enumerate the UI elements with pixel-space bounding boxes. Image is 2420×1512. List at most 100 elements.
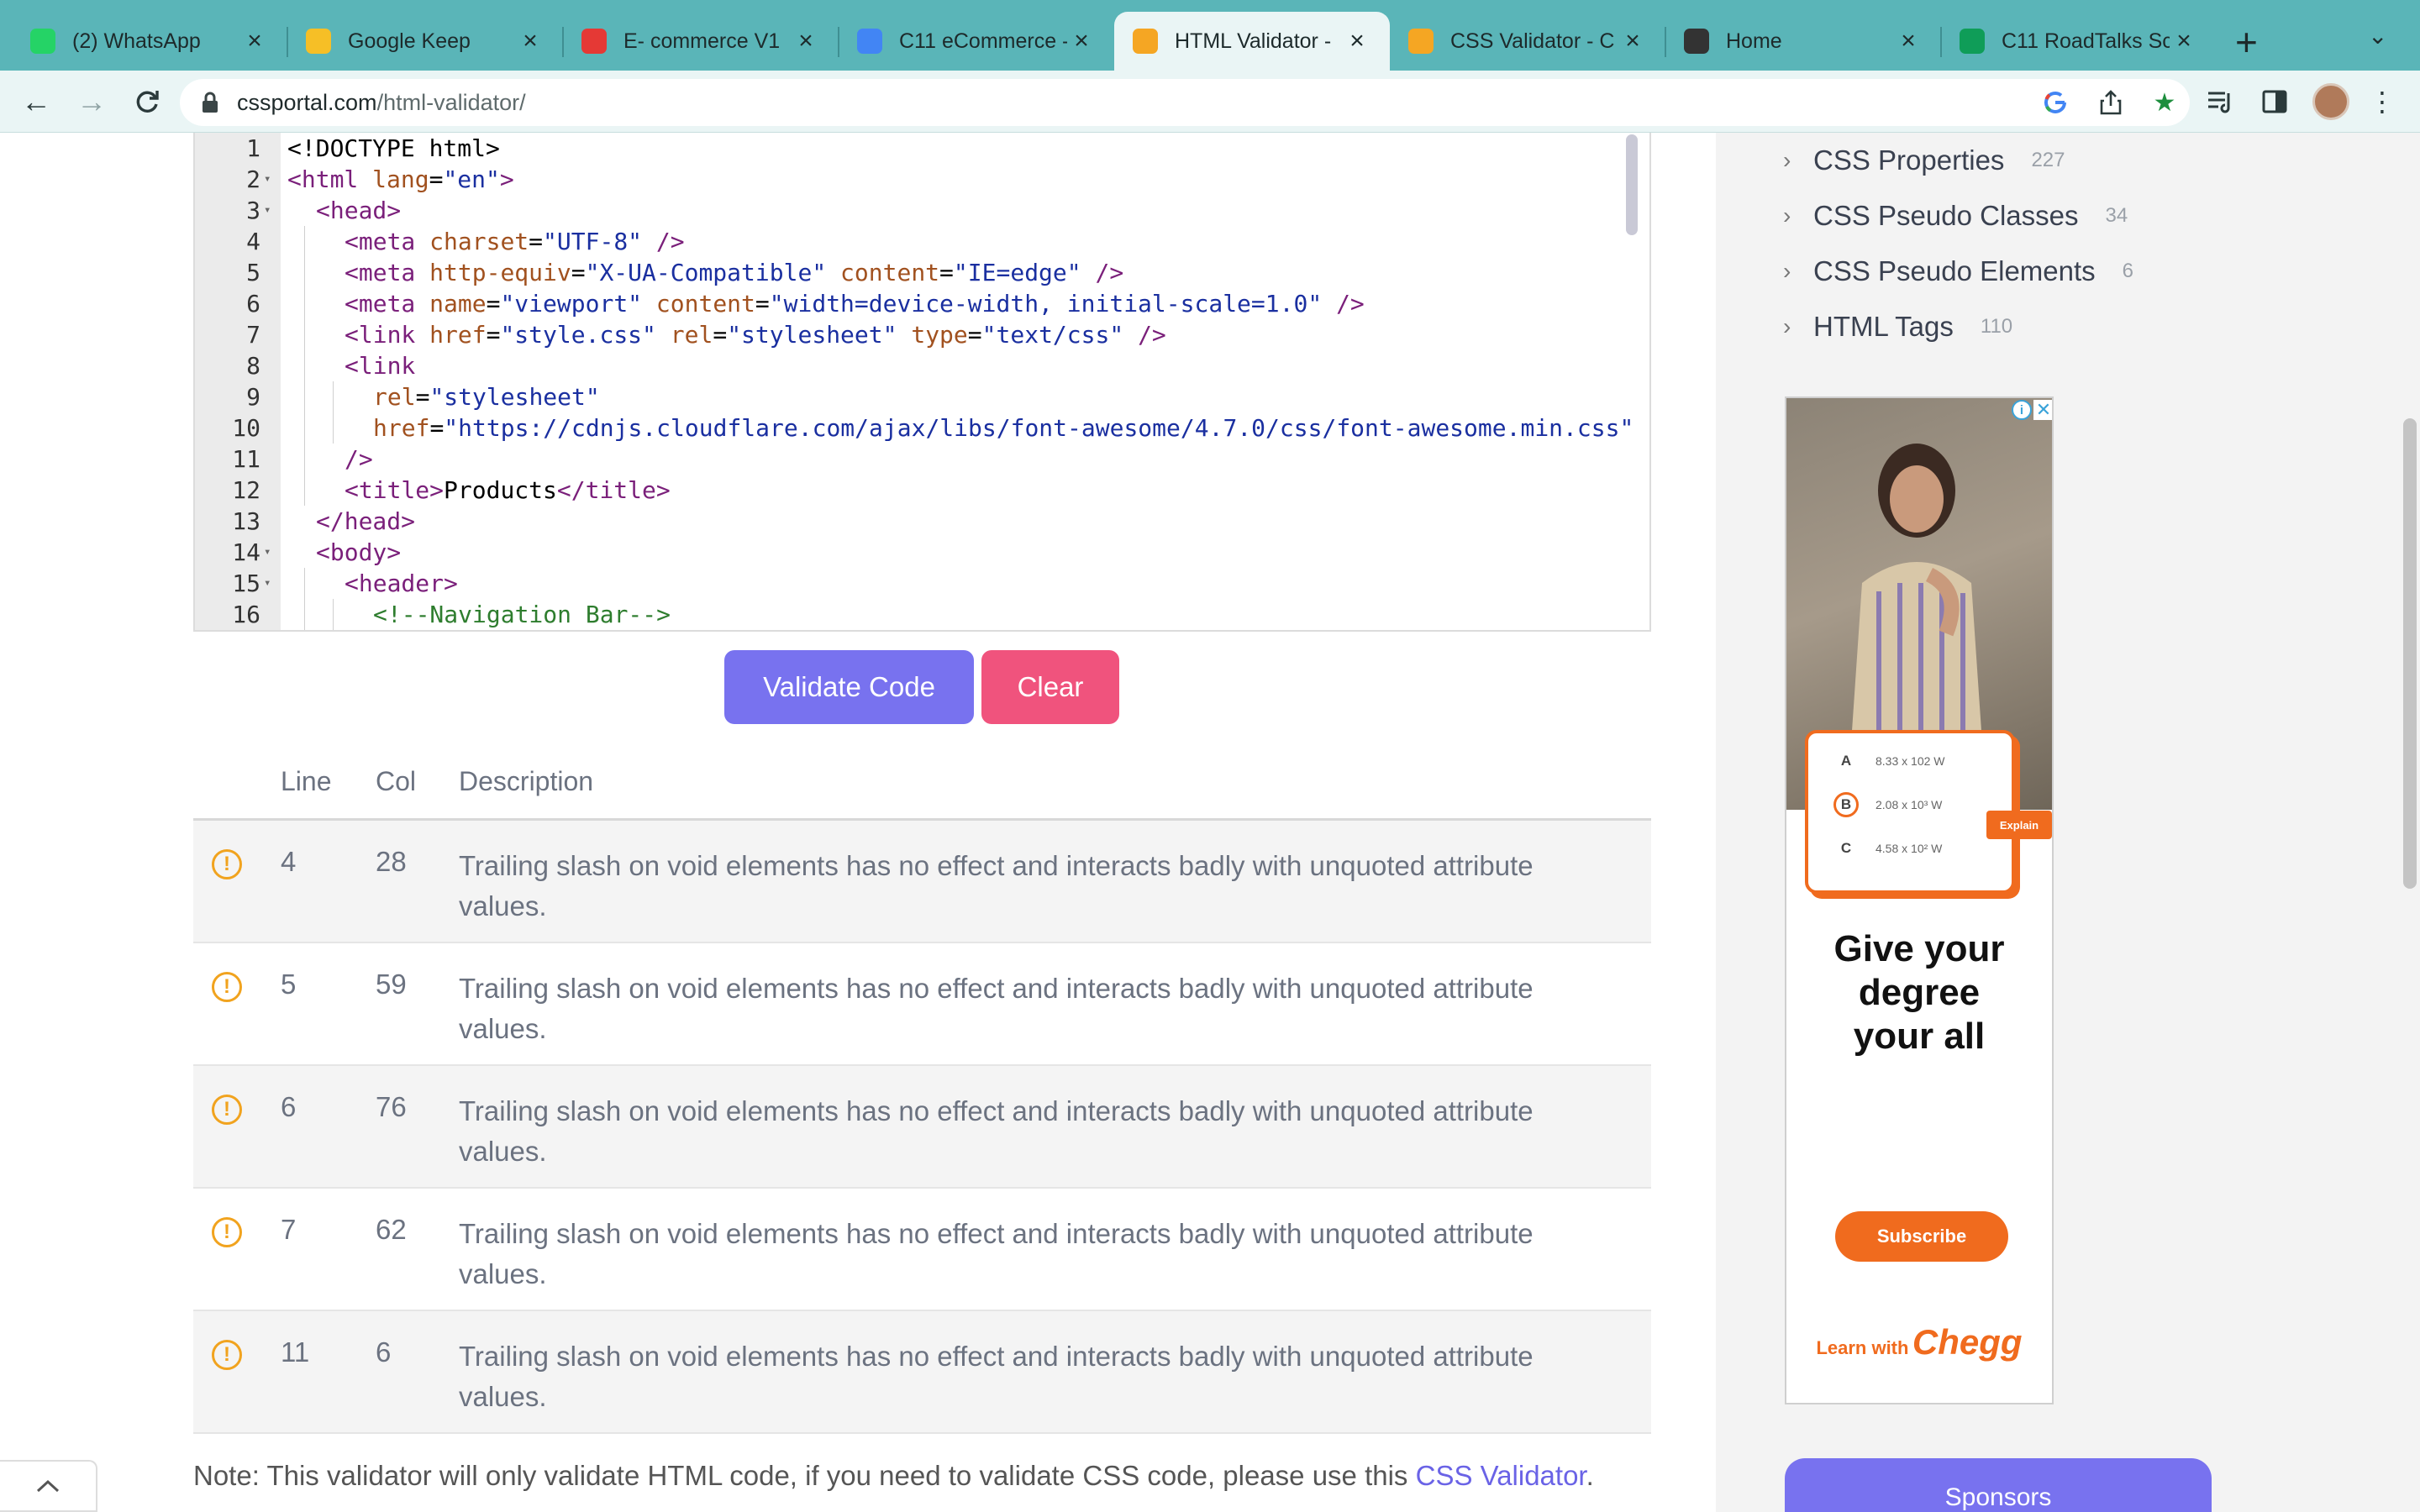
tab-close-icon[interactable]: × (1894, 27, 1923, 55)
css-validator-link[interactable]: CSS Validator (1416, 1460, 1586, 1491)
sidebar-item-label: CSS Pseudo Elements (1813, 255, 2096, 286)
results-header-row: Line Col Description (193, 756, 1651, 821)
ad-option-letter: C (1840, 840, 1852, 856)
profile-avatar[interactable] (2312, 83, 2349, 120)
browser-tab[interactable]: E- commerce V1 × (563, 12, 839, 71)
indent-guide (333, 412, 334, 444)
sidebar-item[interactable]: › CSS Pseudo Classes 34 (1783, 195, 2128, 237)
validator-note: Note: This validator will only validate … (193, 1460, 1594, 1492)
clear-button[interactable]: Clear (981, 650, 1119, 724)
code-line: 3 ▾ <head> (195, 195, 1649, 226)
tab-close-icon[interactable]: × (240, 27, 269, 55)
tab-close-icon[interactable]: × (1618, 27, 1647, 55)
code-token: = (529, 228, 544, 255)
chevron-up-icon (36, 1479, 60, 1493)
ad-option: C 4.58 x 10² W (1833, 836, 1943, 861)
code-token: </head> (316, 507, 416, 535)
column-header-line: Line (281, 766, 332, 796)
code-line: 9 rel="stylesheet" (195, 381, 1649, 412)
sidebar-item[interactable]: › CSS Properties 227 (1783, 139, 2065, 181)
line-number: 10 (232, 414, 260, 442)
chevron-right-icon: › (1783, 202, 1791, 228)
code-line: 16 <!--Navigation Bar--> (195, 599, 1649, 630)
ad-option-letter: B (1833, 792, 1859, 817)
code-token: = (713, 321, 728, 349)
tab-close-icon[interactable]: × (1343, 27, 1371, 55)
code-token: "stylesheet" (727, 321, 897, 349)
browser-tab[interactable]: (2) WhatsApp × (12, 12, 287, 71)
code-token: <head> (316, 197, 402, 224)
advertisement[interactable]: A 8.33 x 102 W B 2.08 x 10³ W C 4.58 x 10² W … (1785, 396, 2054, 1404)
indent-guide (304, 350, 305, 381)
code-line: 7 <link href="style.css" rel="stylesheet"… (195, 319, 1649, 350)
browser-tab[interactable]: HTML Validator - × (1114, 12, 1390, 71)
ad-subscribe-button[interactable]: Subscribe (1835, 1211, 2008, 1262)
validate-code-button[interactable]: Validate Code (724, 650, 974, 724)
ad-close-icon[interactable]: ✕ (2033, 399, 2052, 420)
fold-toggle-icon[interactable]: ▾ (264, 164, 271, 195)
code-text: <head> (316, 195, 401, 226)
tab-close-icon[interactable]: × (516, 27, 544, 55)
validation-results-table: Line Col Description ! 4 28 Trailing slash … (193, 756, 1651, 1434)
browser-tab[interactable]: Home × (1665, 12, 1941, 71)
browser-menu-icon[interactable]: ⋮ (2361, 81, 2403, 123)
code-token: /> (1123, 321, 1166, 349)
code-text: <meta http-equiv="X-UA-Compatible" conte… (345, 257, 1123, 288)
page-scrollbar[interactable] (2403, 418, 2417, 889)
tab-close-icon[interactable]: × (1067, 27, 1096, 55)
ad-person-image (1849, 444, 1984, 768)
google-lens-icon[interactable] (2037, 84, 2074, 121)
reading-list-icon[interactable] (2200, 81, 2242, 123)
reload-button[interactable] (126, 81, 168, 123)
code-token: = (967, 321, 982, 349)
fold-toggle-icon[interactable]: ▾ (264, 195, 271, 226)
scroll-to-top-button[interactable] (0, 1460, 97, 1512)
fold-toggle-icon[interactable]: ▾ (264, 537, 271, 568)
sidebar-item-count: 227 (2031, 149, 2065, 171)
address-bar[interactable]: cssportal.com/html-validator/ ★ (180, 79, 2190, 126)
code-text: rel="stylesheet" (373, 381, 600, 412)
sponsors-panel: Sponsors (1785, 1458, 2212, 1512)
ad-quiz-card: A 8.33 x 102 W B 2.08 x 10³ W C 4.58 x 10² W … (1805, 730, 2052, 894)
code-line: 12 <title>Products</title> (195, 475, 1649, 506)
code-token: <meta (345, 290, 430, 318)
reload-icon (136, 91, 159, 113)
code-text: <body> (316, 537, 401, 568)
tab-close-icon[interactable]: × (2170, 27, 2198, 55)
sidebar-item[interactable]: › CSS Pseudo Elements 6 (1783, 250, 2133, 292)
browser-tab[interactable]: C11 RoadTalks Sc × (1941, 12, 2217, 71)
ad-info-icon[interactable]: i (2012, 400, 2032, 420)
code-editor[interactable]: 1 <!DOCTYPE html> 2 ▾ <html lang="en"> 3 ▾ <hea… (193, 133, 1651, 632)
table-row: ! 6 76 Trailing slash on void elements has … (193, 1066, 1651, 1189)
tab-search-chevron-icon[interactable]: ⌄ (2368, 22, 2387, 50)
url-text[interactable]: cssportal.com/html-validator/ (237, 90, 526, 116)
ad-option: B 2.08 x 10³ W (1833, 792, 1942, 817)
share-icon[interactable] (2092, 84, 2129, 121)
bookmark-star-icon[interactable]: ★ (2146, 84, 2183, 121)
code-token: <link (345, 352, 416, 380)
ad-explain-badge: Explain (1986, 811, 2052, 839)
tab-close-icon[interactable]: × (792, 27, 820, 55)
code-line: 4 <meta charset="UTF-8" /> (195, 226, 1649, 257)
back-button[interactable]: ← (15, 81, 57, 123)
forward-button[interactable]: → (71, 81, 113, 123)
code-token: > (499, 165, 514, 193)
side-panel-icon[interactable] (2254, 81, 2296, 123)
code-token: <link (345, 321, 430, 349)
line-number: 5 (246, 259, 260, 286)
editor-scrollbar[interactable] (1626, 134, 1638, 235)
code-text: <meta name="viewport" content="width=dev… (345, 288, 1365, 319)
browser-tab[interactable]: C11 eCommerce - × (839, 12, 1114, 71)
code-token: Products (444, 476, 557, 504)
cell-description: Trailing slash on void elements has no e… (459, 1341, 1534, 1412)
new-tab-button[interactable]: + (2235, 18, 2258, 66)
browser-tab[interactable]: CSS Validator - C × (1390, 12, 1665, 71)
tab-title: C11 RoadTalks Sc (2002, 29, 2170, 53)
ad-headline: Give your degree your all (1786, 927, 2052, 1058)
indent-guide (304, 568, 305, 599)
sidebar-item[interactable]: › HTML Tags 110 (1783, 306, 2012, 348)
indent-guide (304, 319, 305, 350)
fold-toggle-icon[interactable]: ▾ (264, 568, 271, 599)
browser-tab[interactable]: Google Keep × (287, 12, 563, 71)
